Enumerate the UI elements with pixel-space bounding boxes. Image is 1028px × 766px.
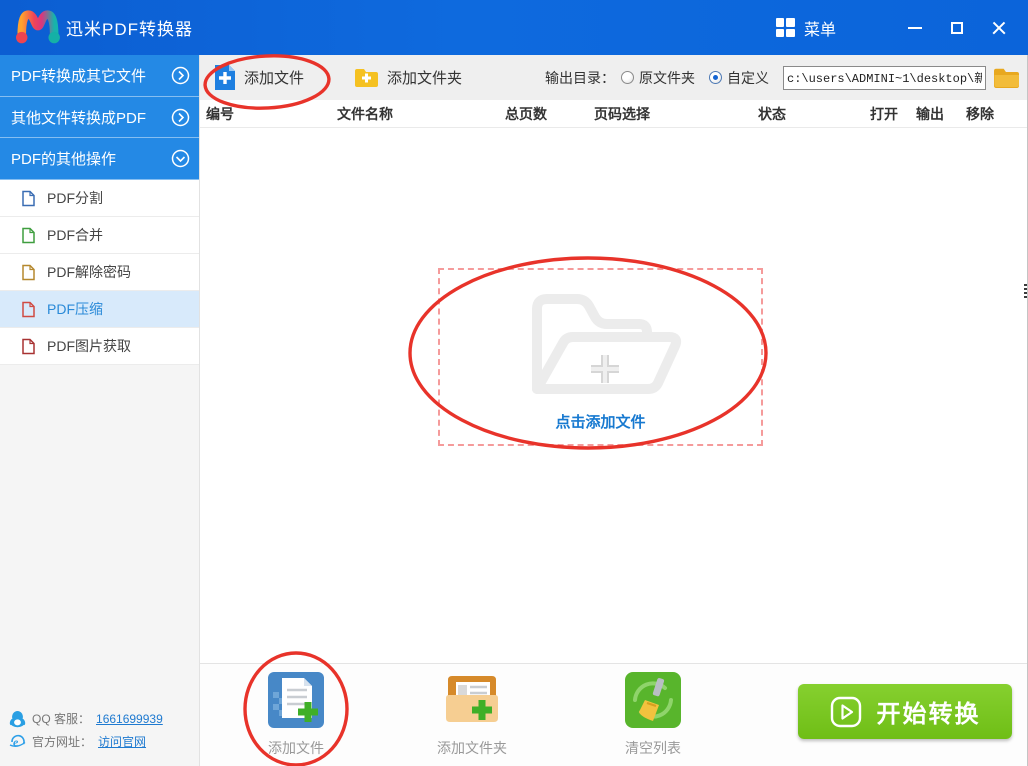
- column-header-status: 状态: [758, 104, 786, 124]
- add-file-big-label: 添加文件: [246, 738, 346, 758]
- column-header-number: 编号: [206, 104, 234, 124]
- toolbar: 添加文件 添加文件夹 输出目录： 原文件夹 自定义: [200, 55, 1028, 100]
- sidebar-item-pdf-to-other[interactable]: PDF转换成其它文件: [0, 55, 199, 97]
- pdf-doc-icon: [21, 264, 36, 281]
- close-button[interactable]: [984, 13, 1014, 43]
- play-icon: [830, 696, 862, 728]
- sidebar-item-label: PDF转换成其它文件: [11, 65, 146, 86]
- main-panel: 添加文件 添加文件夹 输出目录： 原文件夹 自定义: [200, 55, 1028, 766]
- start-convert-button[interactable]: 开始转换: [798, 684, 1012, 739]
- clear-list-label: 清空列表: [603, 738, 703, 758]
- chevron-down-circle-icon: [171, 149, 190, 168]
- official-site-link[interactable]: 访问官网: [98, 733, 146, 750]
- add-file-button[interactable]: 添加文件: [214, 64, 304, 91]
- column-header-total-pages: 总页数: [505, 104, 547, 124]
- sidebar-item-label: PDF解除密码: [47, 262, 131, 282]
- maximize-button[interactable]: [942, 13, 972, 43]
- pdf-doc-icon: [21, 227, 36, 244]
- scrollbar-mark[interactable]: [1024, 284, 1027, 300]
- sidebar-spacer: [0, 365, 199, 707]
- sidebar-item-pdf-compress[interactable]: PDF压缩: [0, 291, 199, 328]
- minimize-button[interactable]: [900, 13, 930, 43]
- pdf-doc-icon: [21, 338, 36, 355]
- radio-custom-folder[interactable]: 自定义: [709, 68, 769, 88]
- add-folder-icon: [354, 67, 379, 89]
- add-folder-label: 添加文件夹: [387, 67, 462, 88]
- grid-menu-icon: [776, 18, 795, 37]
- browse-folder-icon: [993, 66, 1020, 89]
- maximize-icon: [951, 22, 963, 34]
- browse-folder-button[interactable]: [993, 66, 1020, 89]
- sidebar: PDF转换成其它文件 其他文件转换成PDF PDF的其他操作: [0, 55, 200, 766]
- column-header-filename: 文件名称: [337, 104, 393, 124]
- sidebar-item-label: PDF分割: [47, 188, 103, 208]
- output-dir-label: 输出目录：: [545, 68, 615, 88]
- sidebar-item-other-to-pdf[interactable]: 其他文件转换成PDF: [0, 97, 199, 139]
- start-convert-label: 开始转换: [877, 694, 981, 729]
- minimize-icon: [908, 27, 922, 29]
- output-directory-section: 输出目录： 原文件夹 自定义: [545, 66, 1020, 90]
- add-file-big-button[interactable]: 添加文件: [246, 672, 346, 758]
- app-title: 迅米PDF转换器: [66, 15, 193, 40]
- add-file-label: 添加文件: [244, 67, 304, 88]
- add-folder-big-label: 添加文件夹: [422, 738, 522, 758]
- radio-checked-icon: [709, 71, 722, 84]
- column-header-page-selection: 页码选择: [594, 104, 650, 124]
- chevron-right-circle-icon: [171, 108, 190, 127]
- close-icon: [991, 20, 1007, 36]
- column-header-open: 打开: [870, 104, 898, 124]
- ie-browser-icon: e: [9, 733, 26, 750]
- sidebar-footer: QQ 客服： 1661699939 e 官方网址： 访问官网: [0, 707, 199, 766]
- open-folder-plus-icon: [501, 279, 701, 409]
- column-header-remove: 移除: [966, 104, 994, 124]
- qq-service-label: QQ 客服：: [32, 710, 90, 727]
- sidebar-item-label: PDF合并: [47, 225, 103, 245]
- sidebar-item-label: PDF压缩: [47, 299, 103, 319]
- add-folder-big-icon: [444, 672, 500, 728]
- sidebar-item-pdf-decrypt[interactable]: PDF解除密码: [0, 254, 199, 291]
- file-list-area: 点击添加文件: [200, 128, 1028, 663]
- bottom-action-bar: 添加文件 添加文件夹: [200, 663, 1028, 766]
- titlebar: 迅米PDF转换器 菜单: [0, 0, 1028, 55]
- add-folder-big-button[interactable]: 添加文件夹: [422, 672, 522, 758]
- add-file-icon: [214, 64, 236, 91]
- sidebar-item-pdf-split[interactable]: PDF分割: [0, 180, 199, 217]
- radio-original-folder[interactable]: 原文件夹: [621, 68, 695, 88]
- dropzone-label: 点击添加文件: [555, 411, 645, 432]
- sidebar-item-pdf-other-ops[interactable]: PDF的其他操作: [0, 138, 199, 180]
- add-file-big-icon: [268, 672, 324, 728]
- output-path-input[interactable]: [783, 66, 986, 90]
- sidebar-item-label: PDF图片获取: [47, 336, 131, 356]
- app-logo-icon: [14, 7, 60, 49]
- qq-number-link[interactable]: 1661699939: [96, 712, 163, 726]
- sidebar-item-pdf-merge[interactable]: PDF合并: [0, 217, 199, 254]
- pdf-doc-icon: [21, 301, 36, 318]
- column-header-output: 输出: [916, 104, 944, 124]
- chevron-right-circle-icon: [171, 66, 190, 85]
- qq-icon: [9, 710, 26, 728]
- sidebar-item-label: 其他文件转换成PDF: [11, 107, 146, 128]
- pdf-doc-icon: [21, 190, 36, 207]
- menu-label: 菜单: [804, 16, 836, 40]
- radio-unchecked-icon: [621, 71, 634, 84]
- official-site-label: 官方网址：: [32, 733, 92, 750]
- dropzone-add-files[interactable]: 点击添加文件: [438, 268, 763, 446]
- file-table-header: 编号 文件名称 总页数 页码选择 状态 打开 输出 移除: [200, 100, 1028, 128]
- clear-list-button[interactable]: 清空列表: [603, 672, 703, 758]
- sidebar-item-label: PDF的其他操作: [11, 148, 116, 169]
- sidebar-item-pdf-extract-images[interactable]: PDF图片获取: [0, 328, 199, 365]
- add-folder-button[interactable]: 添加文件夹: [354, 67, 462, 89]
- radio-custom-label: 自定义: [727, 68, 769, 88]
- radio-original-label: 原文件夹: [639, 68, 695, 88]
- app-window: 迅米PDF转换器 菜单 PDF转换成其它文件 其他文件转换成PDF: [0, 0, 1028, 766]
- clear-list-icon: [625, 672, 681, 728]
- menu-button[interactable]: 菜单: [776, 16, 836, 40]
